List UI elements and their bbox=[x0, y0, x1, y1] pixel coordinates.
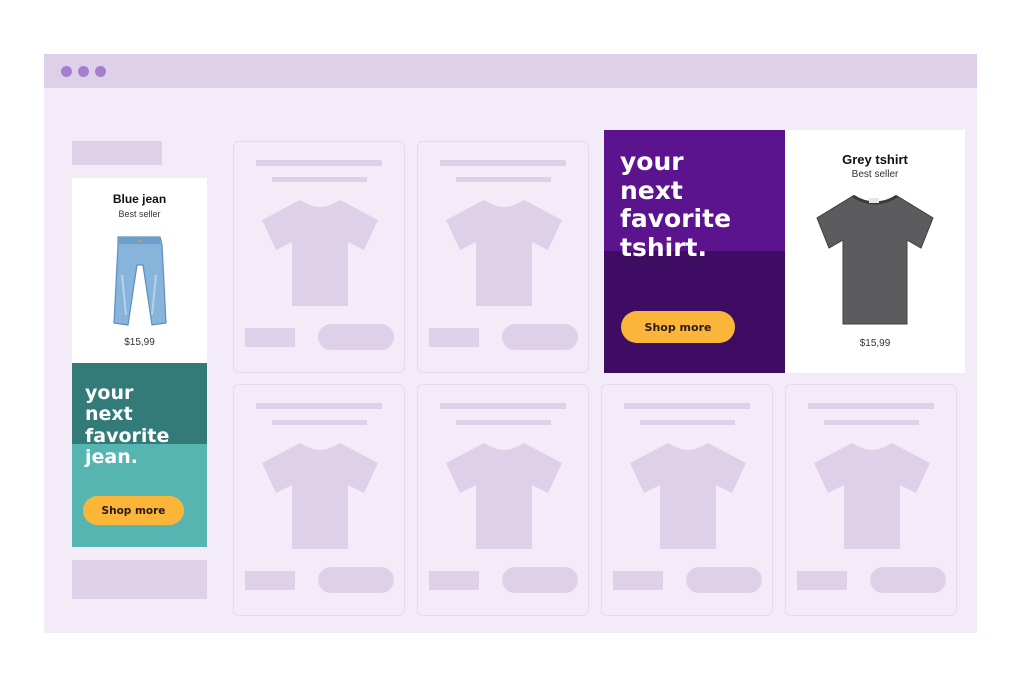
window-close-dot[interactable] bbox=[61, 66, 72, 77]
product-title: Blue jean bbox=[112, 192, 167, 206]
tshirt-icon bbox=[814, 443, 930, 549]
banner-headline: your next favorite jean. bbox=[85, 382, 170, 469]
placeholder-price bbox=[613, 571, 663, 590]
placeholder-subtitle-line bbox=[640, 420, 735, 425]
product-price: $15,99 bbox=[124, 337, 155, 348]
tshirt-icon bbox=[446, 200, 562, 306]
placeholder-button[interactable] bbox=[686, 567, 762, 593]
placeholder-price bbox=[797, 571, 847, 590]
jean-product-card: Blue jean Best seller $15,99 bbox=[72, 178, 207, 363]
placeholder-subtitle-line bbox=[456, 420, 551, 425]
placeholder-title-line bbox=[256, 403, 382, 409]
tshirt-promo-banner[interactable]: your next favorite tshirt. Shop more bbox=[604, 130, 785, 373]
placeholder-button[interactable] bbox=[870, 567, 946, 593]
placeholder-title-line bbox=[624, 403, 750, 409]
tshirt-icon bbox=[262, 443, 378, 549]
placeholder-price bbox=[245, 328, 295, 347]
grey-tshirt-image bbox=[816, 194, 934, 325]
placeholder-title-line bbox=[808, 403, 934, 409]
banner-headline: your next favorite tshirt. bbox=[620, 147, 732, 262]
tshirt-icon bbox=[262, 200, 378, 306]
placeholder-price bbox=[429, 571, 479, 590]
placeholder-product-card[interactable] bbox=[233, 141, 405, 373]
tshirt-icon bbox=[630, 443, 746, 549]
placeholder-block bbox=[72, 560, 207, 599]
shop-more-button[interactable]: Shop more bbox=[621, 311, 735, 343]
window-minimize-dot[interactable] bbox=[78, 66, 89, 77]
placeholder-button[interactable] bbox=[502, 324, 578, 350]
placeholder-product-card[interactable] bbox=[601, 384, 773, 616]
placeholder-subtitle-line bbox=[824, 420, 919, 425]
jean-promo-banner[interactable]: Blue jean Best seller $15,99 your next f… bbox=[72, 178, 207, 547]
placeholder-title-line bbox=[256, 160, 382, 166]
placeholder-product-card[interactable] bbox=[785, 384, 957, 616]
placeholder-product-card[interactable] bbox=[417, 384, 589, 616]
placeholder-subtitle-line bbox=[456, 177, 551, 182]
product-subtitle: Best seller bbox=[118, 209, 161, 219]
tshirt-icon bbox=[446, 443, 562, 549]
placeholder-button[interactable] bbox=[502, 567, 578, 593]
placeholder-product-card[interactable] bbox=[233, 384, 405, 616]
window-maximize-dot[interactable] bbox=[95, 66, 106, 77]
placeholder-title-line bbox=[440, 403, 566, 409]
placeholder-button[interactable] bbox=[318, 324, 394, 350]
shop-more-button[interactable]: Shop more bbox=[83, 496, 184, 525]
product-title: Grey tshirt bbox=[842, 152, 908, 167]
placeholder-subtitle-line bbox=[272, 420, 367, 425]
placeholder-product-card[interactable] bbox=[417, 141, 589, 373]
placeholder-price bbox=[245, 571, 295, 590]
placeholder-subtitle-line bbox=[272, 177, 367, 182]
jean-image bbox=[113, 236, 167, 326]
placeholder-title-line bbox=[440, 160, 566, 166]
placeholder-bar bbox=[72, 141, 162, 165]
placeholder-price bbox=[429, 328, 479, 347]
placeholder-button[interactable] bbox=[318, 567, 394, 593]
window-titlebar bbox=[44, 54, 977, 88]
tshirt-product-card[interactable]: Grey tshirt Best seller $15,99 bbox=[785, 130, 965, 373]
product-subtitle: Best seller bbox=[851, 169, 899, 180]
product-price: $15,99 bbox=[859, 338, 891, 349]
